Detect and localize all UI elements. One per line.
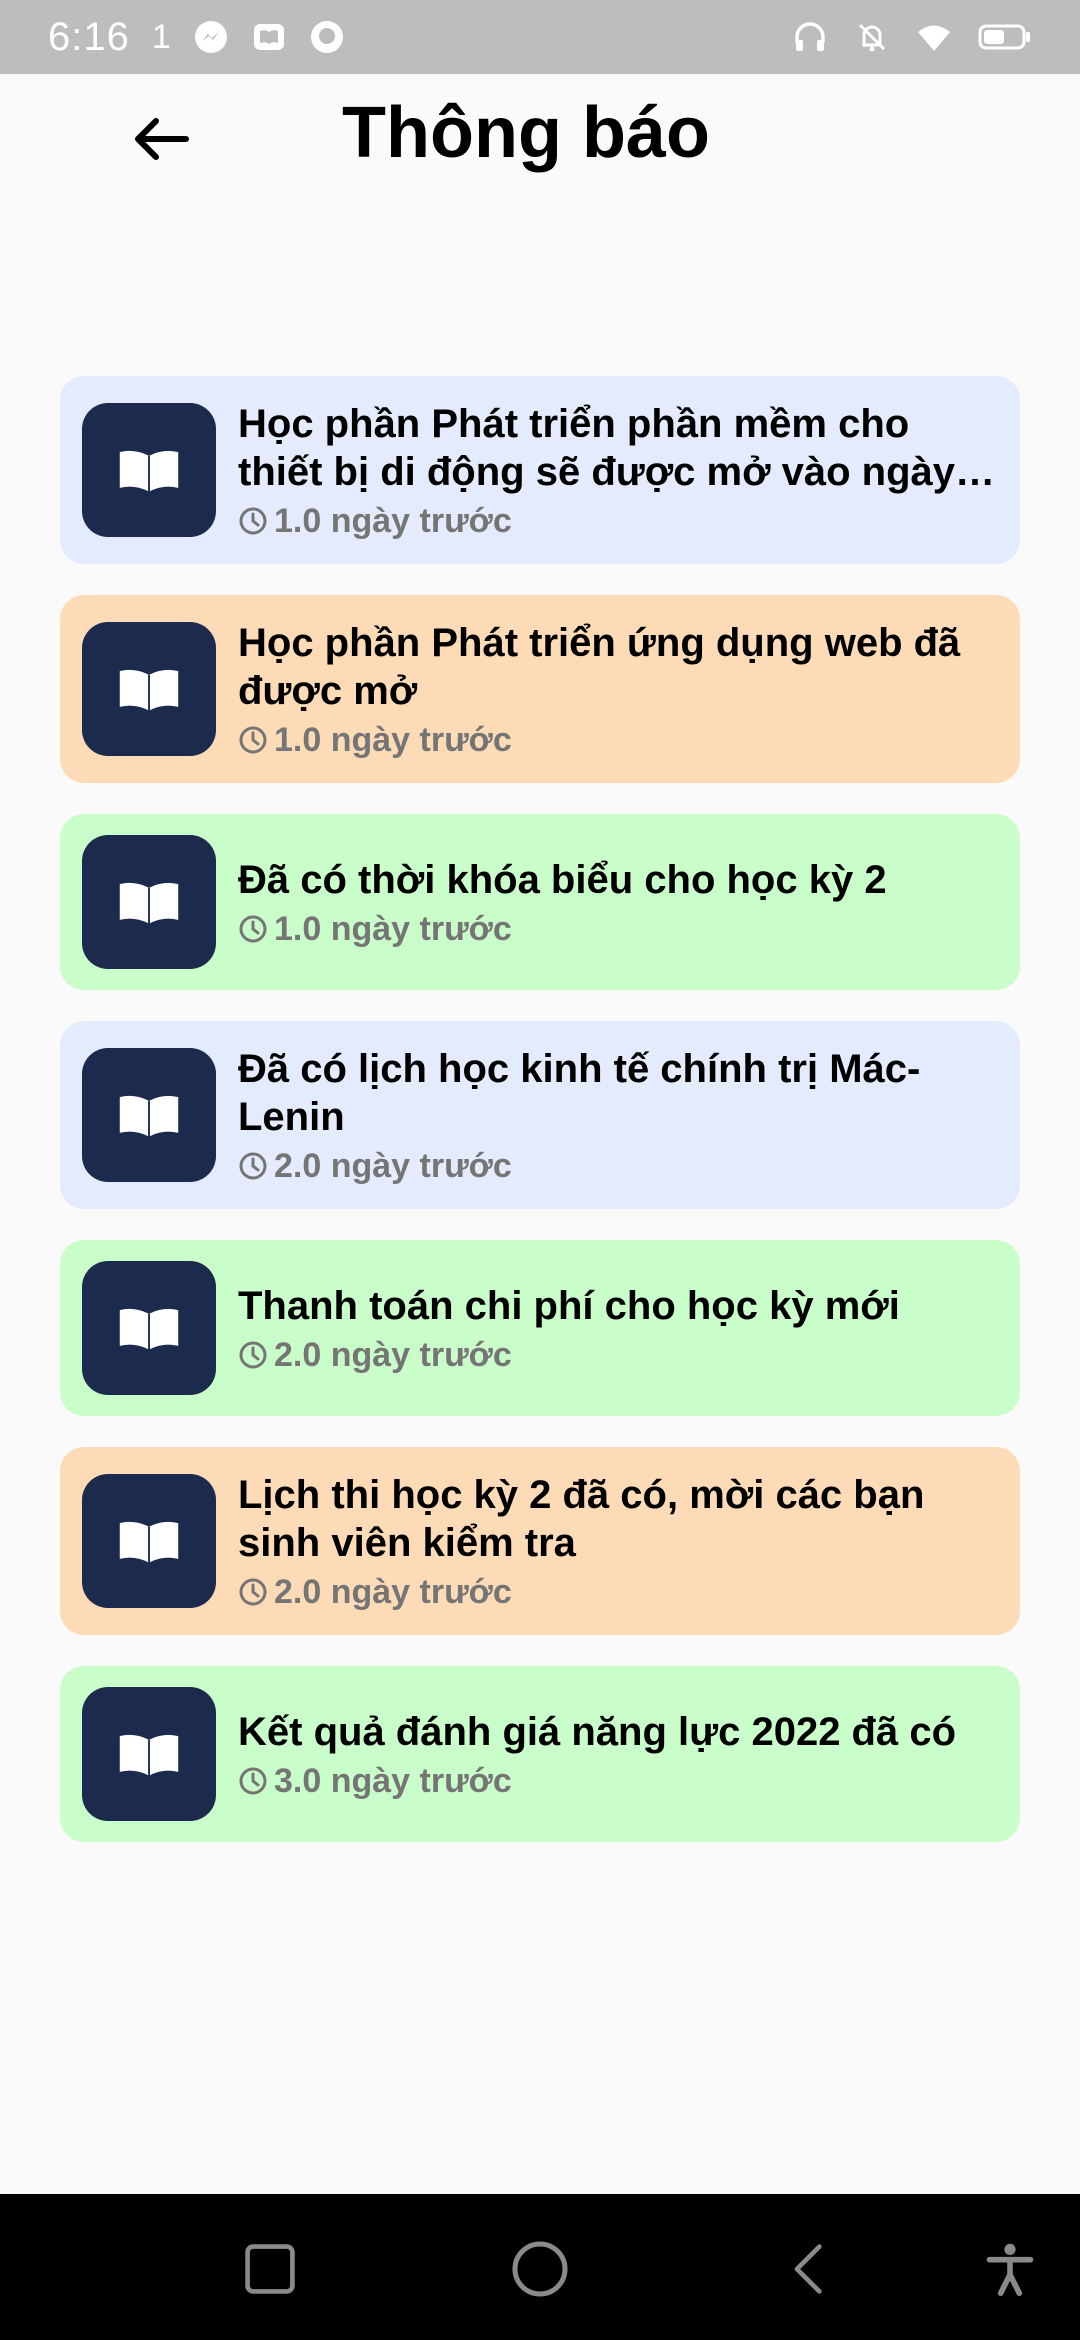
book-app-icon	[251, 19, 287, 55]
notification-title: Lịch thi học kỳ 2 đã có, mời các bạn sin…	[238, 1472, 925, 1565]
notification-card[interactable]: Học phần Phát triển phần mềm cho thiết b…	[60, 376, 1020, 564]
clock-icon	[239, 726, 267, 754]
accessibility-button[interactable]	[975, 2234, 1045, 2304]
recents-square-icon	[245, 2244, 295, 2294]
notification-card[interactable]: Đã có thời khóa biểu cho học kỳ 2 1.0 ng…	[60, 814, 1020, 990]
battery-icon	[978, 19, 1032, 55]
messenger-icon	[193, 19, 229, 55]
notification-time: 1.0 ngày trước	[274, 501, 512, 540]
back-triangle-icon	[794, 2244, 822, 2294]
notification-time: 1.0 ngày trước	[274, 909, 512, 948]
notification-time: 2.0 ngày trước	[274, 1335, 512, 1374]
notification-title: Kết quả đánh giá năng lực 2022 đã có	[238, 1709, 957, 1754]
notification-title: Thanh toán chi phí cho học kỳ mới	[238, 1283, 900, 1328]
book-icon	[82, 622, 216, 756]
page-title: Thông báo	[342, 93, 710, 173]
notification-time: 3.0 ngày trước	[274, 1761, 512, 1800]
clock-icon	[239, 1341, 267, 1369]
notification-time: 2.0 ngày trước	[274, 1146, 512, 1185]
chat-app-icon	[309, 19, 345, 55]
home-circle-icon	[512, 2241, 568, 2297]
notification-list: Học phần Phát triển phần mềm cho thiết b…	[60, 376, 1020, 1873]
notification-card[interactable]: Lịch thi học kỳ 2 đã có, mời các bạn sin…	[60, 1447, 1020, 1635]
notification-card[interactable]: Kết quả đánh giá năng lực 2022 đã có 3.0…	[60, 1666, 1020, 1842]
notification-title: Đã có thời khóa biểu cho học kỳ 2	[238, 857, 887, 902]
clock-icon	[239, 1152, 267, 1180]
book-icon	[82, 1261, 216, 1395]
notification-title: Đã có lịch học kinh tế chính trị Mác-Len…	[238, 1046, 921, 1139]
notification-title: Học phần Phát triển ứng dụng web đã được…	[238, 620, 961, 713]
book-icon	[82, 1048, 216, 1182]
bell-off-icon	[854, 19, 890, 55]
book-icon	[82, 1474, 216, 1608]
back-nav-button[interactable]	[775, 2234, 845, 2304]
clock-icon	[239, 915, 267, 943]
book-icon	[82, 1687, 216, 1821]
home-button[interactable]	[505, 2234, 575, 2304]
clock-icon	[239, 507, 267, 535]
recents-button[interactable]	[235, 2234, 305, 2304]
accessibility-icon	[986, 2243, 1034, 2297]
clock-icon	[239, 1578, 267, 1606]
book-icon	[82, 403, 216, 537]
status-time: 6:16	[48, 14, 130, 59]
notification-card[interactable]: Thanh toán chi phí cho học kỳ mới 2.0 ng…	[60, 1240, 1020, 1416]
notification-time: 2.0 ngày trước	[274, 1572, 512, 1611]
notification-time: 1.0 ngày trước	[274, 720, 512, 759]
status-bar: 6:16 1	[0, 0, 1080, 74]
notification-card[interactable]: Đã có lịch học kinh tế chính trị Mác-Len…	[60, 1021, 1020, 1209]
system-nav-bar	[0, 2194, 1080, 2340]
headphones-icon	[792, 19, 828, 55]
clock-icon	[239, 1767, 267, 1795]
notification-title: Học phần Phát triển phần mềm cho thiết b…	[238, 401, 956, 494]
wifi-icon	[916, 19, 952, 55]
notification-card[interactable]: Học phần Phát triển ứng dụng web đã được…	[60, 595, 1020, 783]
status-indicator: 1	[151, 17, 171, 56]
app-header: Thông báo	[0, 74, 1080, 194]
book-icon	[82, 835, 216, 969]
